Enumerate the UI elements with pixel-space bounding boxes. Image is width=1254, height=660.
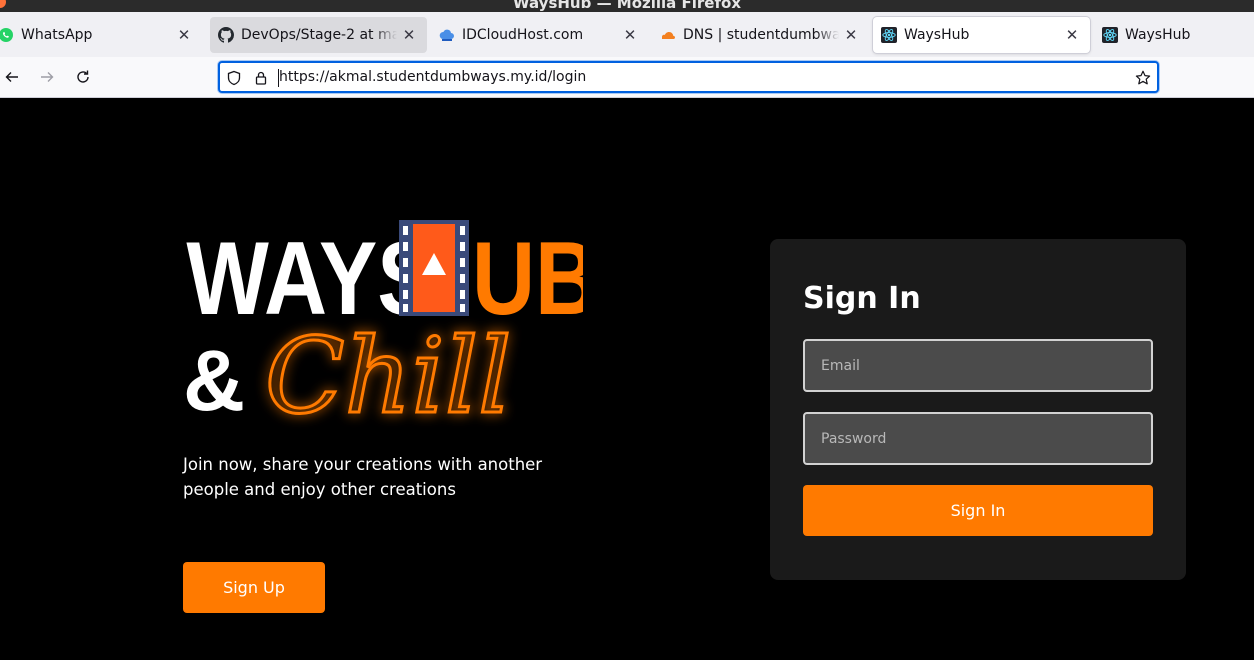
shield-icon[interactable] bbox=[225, 69, 243, 87]
film-strip-icon bbox=[399, 220, 469, 316]
reload-icon bbox=[77, 70, 89, 83]
tab-wayshub-active[interactable]: WaysHub ✕ bbox=[873, 17, 1090, 53]
url-text[interactable]: https://akmal.studentdumbways.my.id/logi… bbox=[279, 69, 586, 85]
tab-wayshub[interactable]: WaysHub bbox=[1094, 17, 1254, 53]
email-field[interactable]: Email bbox=[803, 339, 1153, 392]
logo-script-chill: Chill bbox=[265, 315, 511, 436]
react-icon bbox=[1102, 27, 1118, 43]
arrow-left-icon bbox=[5, 72, 18, 82]
address-bar[interactable]: https://akmal.studentdumbways.my.id/logi… bbox=[218, 61, 1159, 93]
reload-button[interactable] bbox=[71, 65, 95, 89]
sign-in-button[interactable]: Sign In bbox=[803, 485, 1153, 536]
close-icon[interactable]: ✕ bbox=[397, 23, 421, 47]
wayshub-logo: WAYS UB & Chill bbox=[183, 220, 583, 436]
tab-cloudflare-dns[interactable]: DNS | studentdumbways ✕ bbox=[652, 17, 869, 53]
close-icon[interactable]: ✕ bbox=[172, 23, 196, 47]
sign-in-heading: Sign In bbox=[803, 281, 921, 316]
back-button[interactable] bbox=[0, 65, 24, 89]
tab-label: WaysHub bbox=[1125, 27, 1191, 43]
sign-in-card: Sign In Email Password Sign In bbox=[770, 239, 1186, 580]
close-icon[interactable]: ✕ bbox=[1060, 23, 1084, 47]
tab-label: IDCloudHost.com bbox=[462, 27, 584, 43]
navigation-toolbar: https://akmal.studentdumbways.my.id/logi… bbox=[0, 57, 1254, 98]
hero-tagline: Join now, share your creations with anot… bbox=[183, 455, 543, 499]
tab-github[interactable]: DevOps/Stage-2 at main ✕ bbox=[210, 17, 427, 53]
window-title: WaysHub — Mozilla Firefox bbox=[513, 0, 741, 12]
close-icon[interactable]: ✕ bbox=[839, 23, 863, 47]
logo-ampersand: & bbox=[183, 333, 245, 429]
tab-label: DevOps/Stage-2 at main bbox=[241, 27, 397, 43]
cloudflare-icon bbox=[660, 27, 676, 43]
window-titlebar: WaysHub — Mozilla Firefox bbox=[0, 0, 1254, 12]
tab-label: WhatsApp bbox=[21, 27, 93, 43]
github-icon bbox=[218, 27, 234, 43]
email-placeholder: Email bbox=[821, 357, 860, 374]
react-icon bbox=[881, 27, 897, 43]
password-field[interactable]: Password bbox=[803, 412, 1153, 465]
idcloudhost-icon bbox=[439, 27, 455, 43]
lock-icon[interactable] bbox=[252, 69, 270, 87]
forward-button[interactable] bbox=[35, 65, 59, 89]
tab-whatsapp[interactable]: WhatsApp ✕ bbox=[0, 17, 202, 53]
arrow-right-icon bbox=[41, 72, 54, 82]
tab-strip: WhatsApp ✕ DevOps/Stage-2 at main ✕ IDCl… bbox=[0, 12, 1254, 57]
sign-up-button[interactable]: Sign Up bbox=[183, 562, 325, 613]
whatsapp-icon bbox=[0, 27, 14, 43]
tab-label: WaysHub bbox=[904, 27, 970, 43]
password-placeholder: Password bbox=[821, 430, 887, 447]
tab-idcloudhost[interactable]: IDCloudHost.com ✕ bbox=[431, 17, 648, 53]
tab-label: DNS | studentdumbways bbox=[683, 27, 839, 43]
page-content: WAYS UB & Chill Join now, share your cre… bbox=[0, 98, 1254, 660]
close-icon[interactable]: ✕ bbox=[618, 23, 642, 47]
bookmark-star-icon[interactable] bbox=[1134, 69, 1152, 87]
